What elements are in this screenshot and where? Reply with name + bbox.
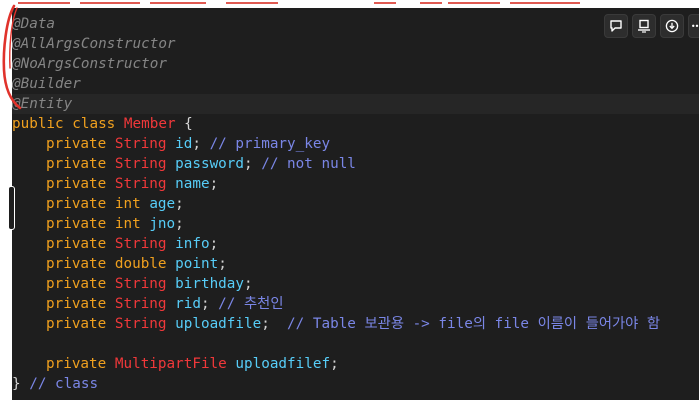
comment-icon[interactable] bbox=[604, 14, 628, 38]
field-line: private int age; bbox=[46, 196, 184, 212]
text-cursor-block bbox=[8, 186, 15, 230]
field-line-multipart: private MultipartFile uploadfilef; bbox=[46, 356, 339, 372]
field-line: private int jno; bbox=[46, 216, 184, 232]
class-closing: } // class bbox=[12, 376, 99, 392]
code-block-toolbar: ••• bbox=[604, 14, 699, 38]
field-line: private String id; // primary_key bbox=[46, 136, 331, 152]
field-line: private String uploadfile; // Table 보관용 … bbox=[46, 316, 661, 332]
field-line: private double point; bbox=[46, 256, 227, 272]
field-line: private String rid; // 추천인 bbox=[46, 296, 284, 312]
more-icon[interactable]: ••• bbox=[688, 14, 699, 38]
field-line: private String birthday; bbox=[46, 276, 253, 292]
top-red-markup-strip bbox=[0, 0, 699, 8]
red-bracket-markup bbox=[2, 4, 22, 110]
field-line: private String name; bbox=[46, 176, 219, 192]
download-icon[interactable] bbox=[660, 14, 684, 38]
field-line: private String info; bbox=[46, 236, 219, 252]
code-editor[interactable]: @Data @AllArgsConstructor @NoArgsConstru… bbox=[12, 8, 699, 400]
field-line: private String password; // not null bbox=[46, 156, 356, 172]
present-icon[interactable] bbox=[632, 14, 656, 38]
annotation-line-highlighted: @Entity bbox=[12, 94, 699, 114]
